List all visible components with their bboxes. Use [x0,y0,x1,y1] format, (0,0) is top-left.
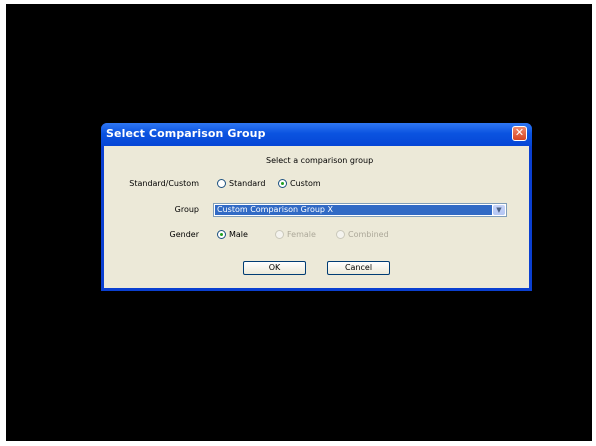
gender-label: Gender [169,230,199,239]
radio-custom-label: Custom [290,179,321,188]
radio-male-circle[interactable] [217,230,226,239]
radio-female-circle [275,230,284,239]
radio-standard-circle[interactable] [217,179,226,188]
close-icon[interactable]: ✕ [512,126,527,141]
ok-button[interactable]: OK [243,261,306,275]
radio-custom-circle[interactable] [278,179,287,188]
dialog-titlebar[interactable]: Select Comparison Group ✕ [101,123,532,146]
radio-combined: Combined [336,230,389,239]
standard-custom-label: Standard/Custom [129,179,199,188]
cancel-button[interactable]: Cancel [327,261,390,275]
radio-standard-label: Standard [229,179,266,188]
radio-male[interactable]: Male [217,230,248,239]
radio-combined-circle [336,230,345,239]
radio-custom[interactable]: Custom [278,179,321,188]
radio-female-label: Female [287,230,316,239]
radio-female: Female [275,230,316,239]
dialog-body: Select a comparison group Standard/Custo… [104,146,529,288]
group-select-value: Custom Comparison Group X [215,205,492,215]
dialog-title: Select Comparison Group [106,127,266,140]
radio-standard[interactable]: Standard [217,179,265,188]
radio-combined-label: Combined [348,230,389,239]
prompt-text: Select a comparison group [266,156,374,165]
group-select[interactable]: Custom Comparison Group X ▼ [213,203,507,217]
desktop-background: Select Comparison Group ✕ Select a compa… [6,4,592,441]
radio-male-label: Male [229,230,248,239]
select-comparison-group-dialog: Select Comparison Group ✕ Select a compa… [101,123,532,291]
group-label: Group [174,205,199,214]
chevron-down-icon[interactable]: ▼ [493,205,505,215]
